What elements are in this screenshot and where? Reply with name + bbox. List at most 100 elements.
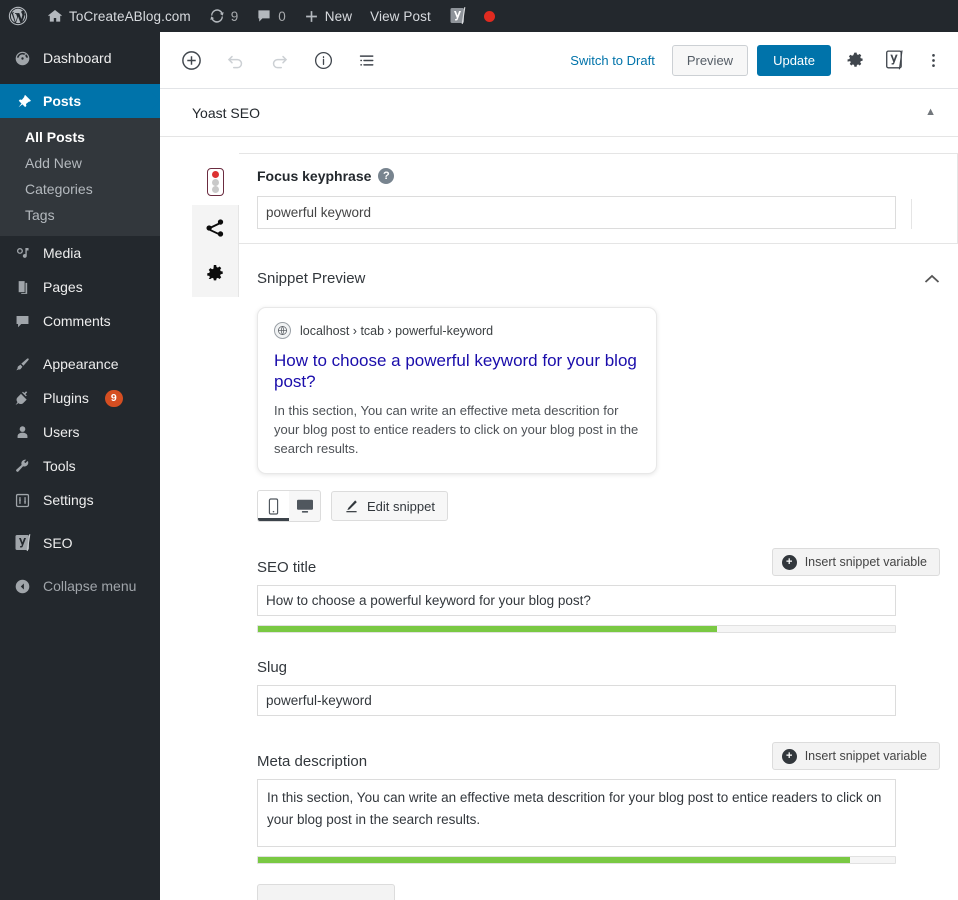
share-icon: [204, 217, 226, 239]
gear-icon: [204, 263, 226, 285]
more-options-button[interactable]: [918, 45, 948, 75]
sidebar-item-pages[interactable]: Pages: [0, 270, 160, 304]
focus-keyphrase-label: Focus keyphrase: [257, 168, 372, 184]
slug-header-row: Slug: [257, 659, 940, 676]
wrench-icon: [12, 456, 32, 476]
snippet-preview-header[interactable]: Snippet Preview: [257, 270, 958, 287]
chevron-up-icon[interactable]: [924, 274, 940, 284]
yoast-panel-header[interactable]: Yoast SEO ▲: [160, 89, 958, 137]
sidebar-item-plugins[interactable]: Plugins 9: [0, 381, 160, 415]
social-tab[interactable]: [192, 205, 239, 251]
menu-spacer-2: [0, 338, 160, 347]
plus-circle-icon: +: [781, 554, 797, 570]
meta-description-header-row: Meta description + Insert snippet variab…: [257, 742, 940, 770]
comments-count: 0: [278, 8, 286, 24]
sidebar-item-label: SEO: [43, 535, 73, 551]
meta-description-block: Meta description + Insert snippet variab…: [239, 742, 958, 900]
snippet-preview-card[interactable]: localhost › tcab › powerful-keyword How …: [257, 307, 657, 474]
plus-icon: [304, 9, 319, 24]
settings-sidebar-button[interactable]: [840, 45, 870, 75]
sidebar-item-tags[interactable]: Tags: [0, 202, 160, 228]
details-button[interactable]: [306, 43, 340, 77]
updates-menu[interactable]: 9: [200, 0, 248, 32]
yoast-adminbar-menu[interactable]: [440, 0, 475, 32]
meta-description-textarea[interactable]: In this section, You can write an effect…: [257, 779, 896, 847]
insert-snippet-variable-button-meta[interactable]: + Insert snippet variable: [771, 742, 940, 770]
sidebar-item-tools[interactable]: Tools: [0, 449, 160, 483]
site-name-menu[interactable]: ToCreateABlog.com: [38, 0, 200, 32]
sidebar-item-posts[interactable]: Posts: [0, 84, 160, 118]
sidebar-item-label: Settings: [43, 492, 94, 508]
slug-input[interactable]: powerful-keyword: [257, 685, 896, 716]
sidebar-item-add-new[interactable]: Add New: [0, 150, 160, 176]
plugins-update-badge: 9: [104, 389, 123, 407]
updates-count: 9: [230, 8, 239, 24]
snippet-preview-title: Snippet Preview: [257, 270, 366, 287]
update-button[interactable]: Update: [757, 44, 831, 76]
snippet-url-row: localhost › tcab › powerful-keyword: [274, 322, 640, 339]
slug-block: Slug powerful-keyword: [239, 659, 958, 716]
undo-button[interactable]: [218, 43, 252, 77]
comment-bubble-icon: [256, 8, 272, 24]
view-post-menu[interactable]: View Post: [361, 0, 440, 32]
device-preview-toggle: [257, 490, 321, 522]
redo-icon: [269, 50, 290, 71]
undo-icon: [225, 50, 246, 71]
dashboard-icon: [12, 48, 32, 68]
yoast-sidebar-button[interactable]: [879, 45, 909, 75]
page-title: Yoast SEO: [192, 104, 260, 121]
new-content-menu[interactable]: New: [295, 0, 361, 32]
sidebar-item-appearance[interactable]: Appearance: [0, 347, 160, 381]
pencil-icon: [344, 499, 359, 514]
seo-title-input[interactable]: How to choose a powerful keyword for you…: [257, 585, 896, 616]
sidebar-item-label: Comments: [43, 313, 111, 329]
user-icon: [12, 422, 32, 442]
menu-spacer-top: [0, 32, 160, 41]
mobile-icon: [267, 497, 280, 515]
preview-button[interactable]: Preview: [671, 44, 749, 76]
seo-title-header-row: SEO title + Insert snippet variable: [257, 548, 940, 576]
focus-keyphrase-input[interactable]: powerful keyword: [257, 196, 896, 229]
add-block-button[interactable]: [174, 43, 208, 77]
mobile-preview-tab[interactable]: [258, 491, 289, 521]
switch-to-draft-link[interactable]: Switch to Draft: [562, 47, 663, 74]
sidebar-item-label: Plugins: [43, 390, 89, 406]
sidebar-item-label: Dashboard: [43, 50, 112, 66]
wordpress-logo-menu[interactable]: [0, 0, 38, 32]
collapse-arrow-icon: [12, 576, 32, 596]
plus-circle-icon: +: [781, 748, 797, 764]
comments-menu[interactable]: 0: [247, 0, 295, 32]
sidebar-item-comments[interactable]: Comments: [0, 304, 160, 338]
focus-keyphrase-side-panel: [911, 199, 957, 229]
pin-icon: [12, 91, 32, 111]
admin-sidebar-menu: Dashboard Posts All Posts Add New Catego…: [0, 32, 160, 900]
updates-icon: [209, 8, 225, 24]
edit-snippet-label: Edit snippet: [367, 498, 435, 514]
editor-toolbar-left: [160, 43, 384, 77]
sidebar-item-dashboard[interactable]: Dashboard: [0, 41, 160, 75]
list-view-button[interactable]: [350, 43, 384, 77]
traffic-light-icon: [206, 168, 224, 196]
desktop-preview-tab[interactable]: [289, 491, 320, 521]
more-options-icon: [924, 51, 943, 70]
seo-analysis-tab[interactable]: [192, 159, 239, 205]
status-dot-item[interactable]: [475, 0, 504, 32]
comment-icon: [12, 311, 32, 331]
sidebar-item-all-posts[interactable]: All Posts: [0, 124, 160, 150]
insert-snippet-variable-button-title[interactable]: + Insert snippet variable: [771, 548, 940, 576]
sidebar-item-media[interactable]: Media: [0, 236, 160, 270]
bottom-partial-button[interactable]: [257, 884, 395, 900]
edit-snippet-button[interactable]: Edit snippet: [331, 491, 448, 521]
panel-collapse-toggle[interactable]: ▲: [925, 107, 936, 118]
redo-button[interactable]: [262, 43, 296, 77]
collapse-menu-button[interactable]: Collapse menu: [0, 569, 160, 603]
focus-keyphrase-section: Focus keyphrase ? powerful keyword: [239, 153, 958, 244]
sidebar-item-settings[interactable]: Settings: [0, 483, 160, 517]
advanced-tab[interactable]: [192, 251, 239, 297]
sidebar-item-users[interactable]: Users: [0, 415, 160, 449]
sidebar-item-seo[interactable]: SEO: [0, 526, 160, 560]
sidebar-item-categories[interactable]: Categories: [0, 176, 160, 202]
wp-admin-bar: ToCreateABlog.com 9 0 New View Post: [0, 0, 958, 32]
seo-title-block: SEO title + Insert snippet variable How …: [239, 548, 958, 633]
help-icon[interactable]: ?: [378, 168, 395, 184]
